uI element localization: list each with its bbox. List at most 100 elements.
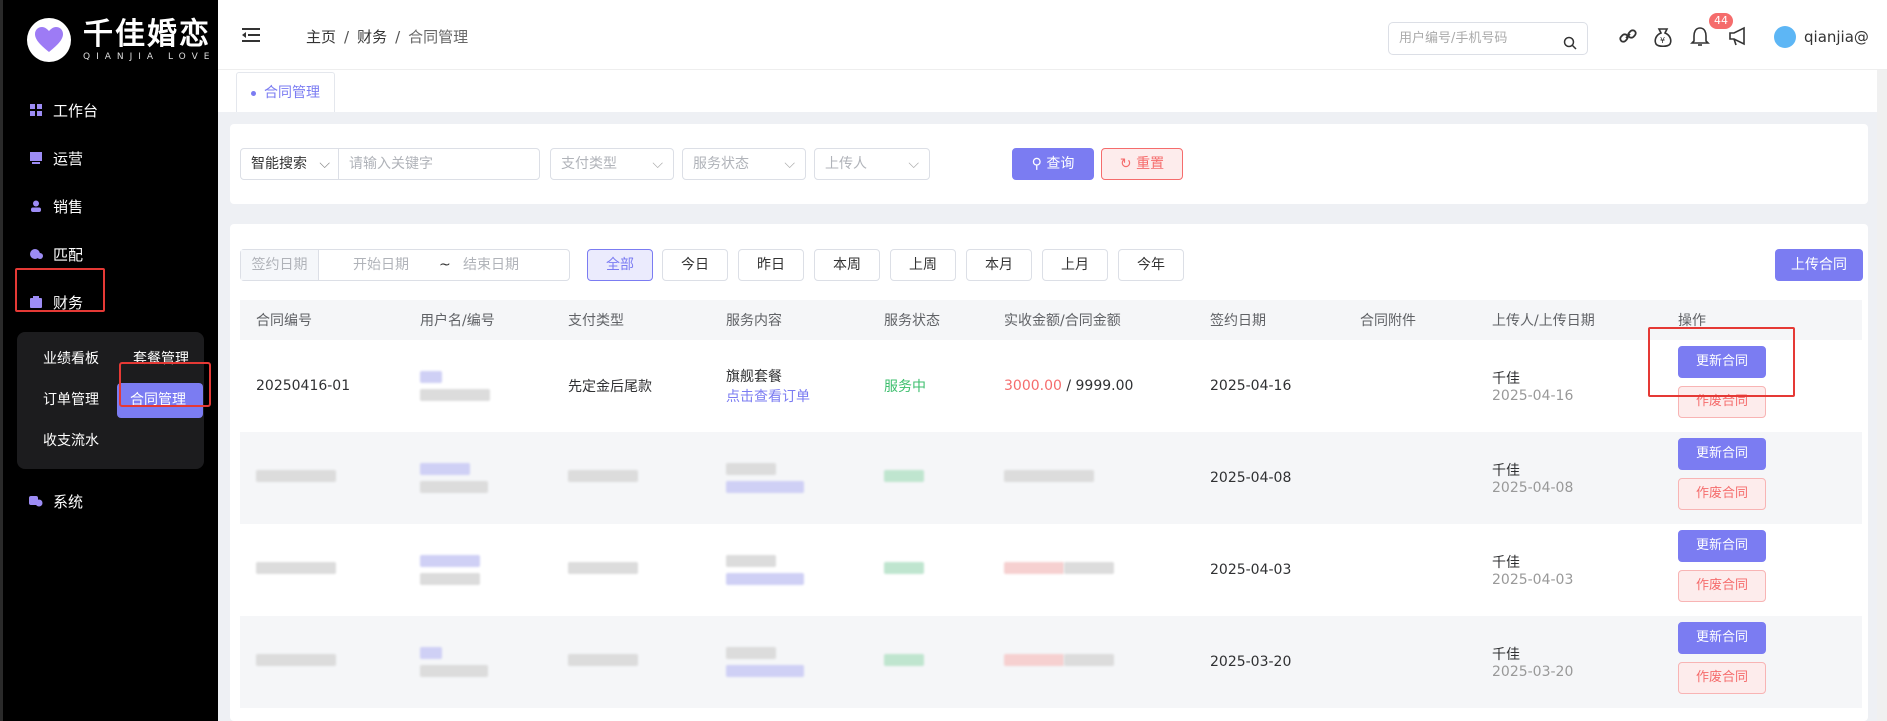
- pay-type: [552, 432, 710, 524]
- tab-label: 合同管理: [264, 85, 320, 101]
- brand-logo[interactable]: 千佳婚恋 QIANJIA LOVE: [3, 0, 218, 80]
- sidebar-item-sales[interactable]: 销售: [3, 182, 218, 230]
- bell-icon[interactable]: [1690, 26, 1710, 52]
- quick-filter-this-month[interactable]: 本月: [966, 249, 1032, 281]
- breadcrumb-current: 合同管理: [408, 28, 469, 46]
- settings-icon: [29, 494, 43, 508]
- contract-table: 合同编号 用户名/编号 支付类型 服务内容 服务状态 实收金额/合同金额 签约日…: [240, 300, 1862, 708]
- menu-toggle-icon[interactable]: [242, 27, 260, 47]
- pay-type-placeholder: 支付类型: [561, 156, 617, 172]
- sign-date: 2025-03-20: [1210, 654, 1292, 670]
- top-header: 主页 / 财务 / 合同管理 用户编号/手机号码 ¥ 44 qianjia@: [218, 0, 1887, 70]
- uploader-name: 千佳: [1492, 555, 1520, 571]
- view-order-link[interactable]: 点击查看订单: [726, 386, 868, 406]
- user-cell[interactable]: [404, 432, 552, 524]
- table-row: 2025-04-03 千佳 2025-04-03 更新合同 作废合同: [240, 524, 1862, 616]
- quick-filter-last-week[interactable]: 上周: [890, 249, 956, 281]
- highlight-box-update-contract: [1648, 327, 1795, 397]
- paid-amount: 3000.00: [1004, 378, 1062, 394]
- reset-button[interactable]: ↻ 重置: [1101, 148, 1183, 180]
- end-date-input[interactable]: 结束日期: [463, 250, 519, 280]
- contract-list-panel: 签约日期 开始日期 ~ 结束日期 全部 今日 昨日 本周 上周 本月 上月 今年…: [230, 224, 1868, 721]
- col-user: 用户名/编号: [420, 313, 495, 329]
- status-badge: [868, 524, 988, 616]
- brand-name: 千佳婚恋: [83, 17, 211, 52]
- update-contract-button[interactable]: 更新合同: [1678, 622, 1766, 654]
- smart-search-select[interactable]: 智能搜索 ⌵: [241, 149, 339, 179]
- chevron-down-icon: ⌵: [319, 156, 330, 172]
- amount-cell: [988, 524, 1194, 616]
- sidebar-item-operations[interactable]: 运营: [3, 134, 218, 182]
- user-cell[interactable]: [404, 616, 552, 708]
- chevron-down-icon: ⌵: [784, 156, 795, 172]
- void-contract-button[interactable]: 作废合同: [1678, 662, 1766, 694]
- breadcrumb-home[interactable]: 主页: [306, 28, 336, 46]
- contract-no: 20250416-01: [256, 378, 351, 394]
- col-attachment: 合同附件: [1360, 313, 1416, 329]
- header-search-input[interactable]: 用户编号/手机号码: [1388, 22, 1588, 55]
- void-contract-button[interactable]: 作废合同: [1678, 478, 1766, 510]
- tab-contract-management[interactable]: 合同管理: [236, 72, 335, 112]
- start-date-input[interactable]: 开始日期: [353, 250, 409, 280]
- active-dot-icon: [251, 90, 256, 96]
- service-cell: [710, 432, 868, 524]
- quick-filter-today[interactable]: 今日: [662, 249, 728, 281]
- user-menu[interactable]: qianjia@: [1774, 26, 1869, 48]
- uploader-name: 千佳: [1492, 371, 1520, 387]
- sidebar-item-workbench[interactable]: 工作台: [3, 86, 218, 134]
- keyword-input[interactable]: 请输入关键字: [349, 149, 433, 179]
- user-cell[interactable]: [404, 340, 552, 432]
- sign-date-range[interactable]: 签约日期 开始日期 ~ 结束日期: [240, 249, 570, 281]
- uploader-cell: 千佳 2025-04-16: [1476, 340, 1662, 432]
- user-cell[interactable]: [404, 524, 552, 616]
- link-icon[interactable]: [1618, 26, 1638, 50]
- breadcrumb: 主页 / 财务 / 合同管理: [306, 28, 469, 46]
- update-contract-button[interactable]: 更新合同: [1678, 530, 1766, 562]
- upload-date: 2025-04-08: [1492, 480, 1574, 496]
- sidebar-subitem-dashboard[interactable]: 业绩看板: [25, 342, 115, 377]
- query-label: 查询: [1046, 156, 1075, 172]
- quick-filter-this-year[interactable]: 今年: [1118, 249, 1184, 281]
- sidebar-item-label: 匹配: [53, 245, 84, 264]
- sidebar: 千佳婚恋 QIANJIA LOVE 工作台 运营 销售 匹配 财务 业绩看板 套…: [0, 0, 218, 721]
- actions-cell: 更新合同 作废合同: [1662, 524, 1862, 616]
- vertical-scrollbar[interactable]: [1877, 70, 1887, 721]
- smart-search-field[interactable]: 智能搜索 ⌵ 请输入关键字: [240, 148, 540, 180]
- reset-label: 重置: [1136, 156, 1165, 172]
- quick-filter-this-week[interactable]: 本周: [814, 249, 880, 281]
- sidebar-item-system[interactable]: 系统: [3, 477, 218, 525]
- pay-type: [552, 616, 710, 708]
- table-header-row: 合同编号 用户名/编号 支付类型 服务内容 服务状态 实收金额/合同金额 签约日…: [240, 300, 1862, 340]
- col-contract-no: 合同编号: [256, 313, 312, 329]
- attachment-cell: [1344, 616, 1476, 708]
- user-icon: [29, 199, 43, 213]
- status-badge: 服务中: [884, 379, 926, 395]
- total-amount: / 9999.00: [1061, 378, 1134, 394]
- monitor-icon: [29, 151, 43, 165]
- quick-filter-yesterday[interactable]: 昨日: [738, 249, 804, 281]
- service-status-select[interactable]: 服务状态 ⌵: [682, 148, 806, 180]
- contract-no: [240, 616, 404, 708]
- update-contract-button[interactable]: 更新合同: [1678, 438, 1766, 470]
- refresh-icon: ↻: [1119, 156, 1132, 172]
- sidebar-subitem-ledger[interactable]: 收支流水: [25, 424, 115, 459]
- sidebar-subitem-orders[interactable]: 订单管理: [25, 383, 115, 418]
- quick-filter-last-month[interactable]: 上月: [1042, 249, 1108, 281]
- breadcrumb-finance[interactable]: 财务: [357, 28, 387, 46]
- actions-cell: 更新合同 作废合同: [1662, 616, 1862, 708]
- query-button[interactable]: ⚲ 查询: [1012, 148, 1094, 180]
- pay-type-select[interactable]: 支付类型 ⌵: [550, 148, 674, 180]
- money-bag-icon[interactable]: ¥: [1653, 26, 1673, 52]
- search-icon[interactable]: [1563, 31, 1577, 62]
- sidebar-item-label: 运营: [53, 149, 84, 168]
- col-amount: 实收金额/合同金额: [1004, 313, 1121, 329]
- void-contract-button[interactable]: 作废合同: [1678, 570, 1766, 602]
- heart-logo-icon: [27, 18, 71, 62]
- quick-filter-all[interactable]: 全部: [587, 249, 653, 281]
- sign-date: 2025-04-03: [1210, 562, 1292, 578]
- uploader-select[interactable]: 上传人 ⌵: [814, 148, 930, 180]
- uploader-placeholder: 上传人: [825, 156, 867, 172]
- upload-contract-button[interactable]: 上传合同: [1775, 249, 1863, 281]
- col-uploader: 上传人/上传日期: [1492, 313, 1595, 329]
- megaphone-icon[interactable]: [1728, 26, 1750, 50]
